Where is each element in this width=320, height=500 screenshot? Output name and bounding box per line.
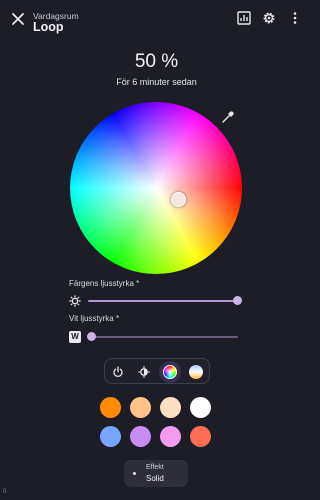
chart-icon[interactable] bbox=[236, 10, 252, 26]
brightness-mode-button[interactable] bbox=[133, 361, 155, 383]
white-brightness-track[interactable] bbox=[88, 336, 238, 338]
close-icon[interactable] bbox=[8, 9, 28, 29]
effect-label: Effekt bbox=[146, 464, 164, 471]
favorite-color-swatch[interactable] bbox=[160, 397, 181, 418]
color-brightness-label: Färgens ljusstyrka * bbox=[69, 279, 140, 288]
favorite-color-swatch[interactable] bbox=[160, 426, 181, 447]
eyedropper-icon[interactable] bbox=[221, 110, 235, 124]
effect-select[interactable]: Effekt Solid bbox=[124, 460, 188, 487]
favorite-color-swatch[interactable] bbox=[130, 426, 151, 447]
gear-icon[interactable] bbox=[261, 10, 277, 26]
effect-value: Solid bbox=[146, 474, 164, 483]
color-brightness-thumb[interactable] bbox=[233, 296, 242, 305]
favorite-color-swatch[interactable] bbox=[190, 397, 211, 418]
color-wheel-handle[interactable] bbox=[171, 192, 186, 207]
mode-selector bbox=[104, 358, 210, 384]
color-brightness-track[interactable] bbox=[88, 300, 238, 302]
color-temp-icon bbox=[189, 365, 203, 379]
corner-text: 0 bbox=[3, 489, 7, 495]
power-button[interactable] bbox=[107, 361, 129, 383]
color-wheel[interactable] bbox=[70, 102, 242, 274]
color-wheel-icon bbox=[163, 365, 177, 379]
favorite-color-swatch[interactable] bbox=[100, 397, 121, 418]
color-mode-button[interactable] bbox=[159, 361, 181, 383]
brightness-auto-icon bbox=[138, 366, 150, 378]
favorite-color-swatch[interactable] bbox=[100, 426, 121, 447]
dialog-header: Vardagsrum Loop bbox=[0, 0, 313, 44]
w-icon: W bbox=[69, 331, 81, 343]
more-vert-icon[interactable] bbox=[287, 10, 303, 26]
white-brightness-thumb[interactable] bbox=[87, 332, 96, 341]
last-changed: För 6 minuter sedan bbox=[116, 77, 197, 87]
effect-icon bbox=[133, 472, 136, 475]
favorite-color-swatch[interactable] bbox=[190, 426, 211, 447]
power-icon bbox=[113, 366, 123, 378]
white-brightness-label: Vit ljusstyrka * bbox=[69, 314, 120, 323]
brightness-icon bbox=[69, 295, 81, 307]
color-temp-button[interactable] bbox=[185, 361, 207, 383]
brightness-value: 50 % bbox=[134, 51, 179, 72]
entity-name: Loop bbox=[33, 20, 64, 34]
favorite-color-swatch[interactable] bbox=[130, 397, 151, 418]
